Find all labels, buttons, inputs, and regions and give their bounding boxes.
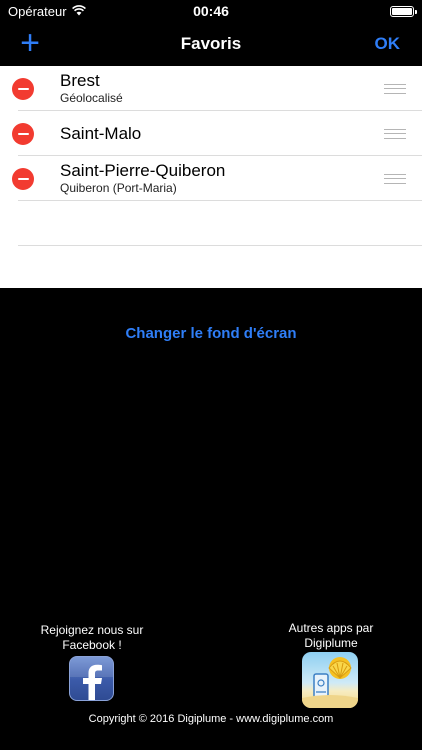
change-wallpaper-button[interactable]: Changer le fond d'écran (0, 325, 422, 342)
list-item[interactable]: Saint-Malo (0, 111, 422, 156)
list-item-title: Brest (60, 71, 100, 90)
facebook-caption-line2: Facebook ! (62, 638, 122, 652)
digiplume-apps-icon[interactable] (302, 652, 358, 708)
facebook-icon[interactable] (69, 656, 114, 701)
status-bar: Opérateur 00:46 (0, 0, 422, 22)
other-apps-caption: Autres apps par Digiplume (272, 621, 390, 651)
minus-icon (17, 132, 29, 135)
reorder-handle-icon[interactable] (384, 173, 406, 184)
battery-icon (390, 5, 417, 17)
list-item[interactable]: Brest Géolocalisé (0, 66, 422, 111)
reorder-handle-icon[interactable] (384, 128, 406, 139)
facebook-caption: Rejoignez nous sur Facebook ! (26, 623, 158, 653)
ok-button[interactable]: OK (375, 34, 401, 54)
list-item-text: Saint-Pierre-Quiberon Quiberon (Port-Mar… (60, 161, 225, 196)
empty-row (0, 201, 422, 246)
favorites-list: Brest Géolocalisé Saint-Malo Saint-Pierr… (0, 66, 422, 288)
facebook-caption-line1: Rejoignez nous sur (40, 623, 144, 637)
delete-button[interactable] (12, 167, 34, 190)
delete-button[interactable] (12, 122, 34, 145)
add-favorite-button[interactable]: + (18, 26, 42, 60)
list-item-subtitle: Géolocalisé (60, 91, 123, 105)
list-item-text: Brest Géolocalisé (60, 71, 123, 106)
other-apps-caption-line2: Digiplume (304, 636, 358, 650)
delete-button[interactable] (12, 77, 34, 100)
carrier-label: Opérateur (8, 3, 67, 19)
list-item-text: Saint-Malo (60, 124, 141, 143)
reorder-handle-icon[interactable] (384, 83, 406, 94)
copyright-text: Copyright © 2016 Digiplume - www.digiplu… (88, 713, 334, 725)
list-item-title: Saint-Pierre-Quiberon (60, 161, 226, 180)
list-item-title: Saint-Malo (60, 124, 142, 143)
minus-icon (17, 177, 29, 180)
page-title: Favoris (180, 34, 242, 53)
other-apps-caption-line1: Autres apps par (288, 621, 374, 635)
list-item-subtitle: Quiberon (Port-Maria) (60, 181, 177, 195)
minus-icon (17, 87, 29, 90)
wifi-icon (71, 4, 86, 19)
status-left: Opérateur (8, 4, 86, 19)
list-item[interactable]: Saint-Pierre-Quiberon Quiberon (Port-Mar… (0, 156, 422, 201)
nav-bar: + Favoris OK (0, 22, 422, 66)
